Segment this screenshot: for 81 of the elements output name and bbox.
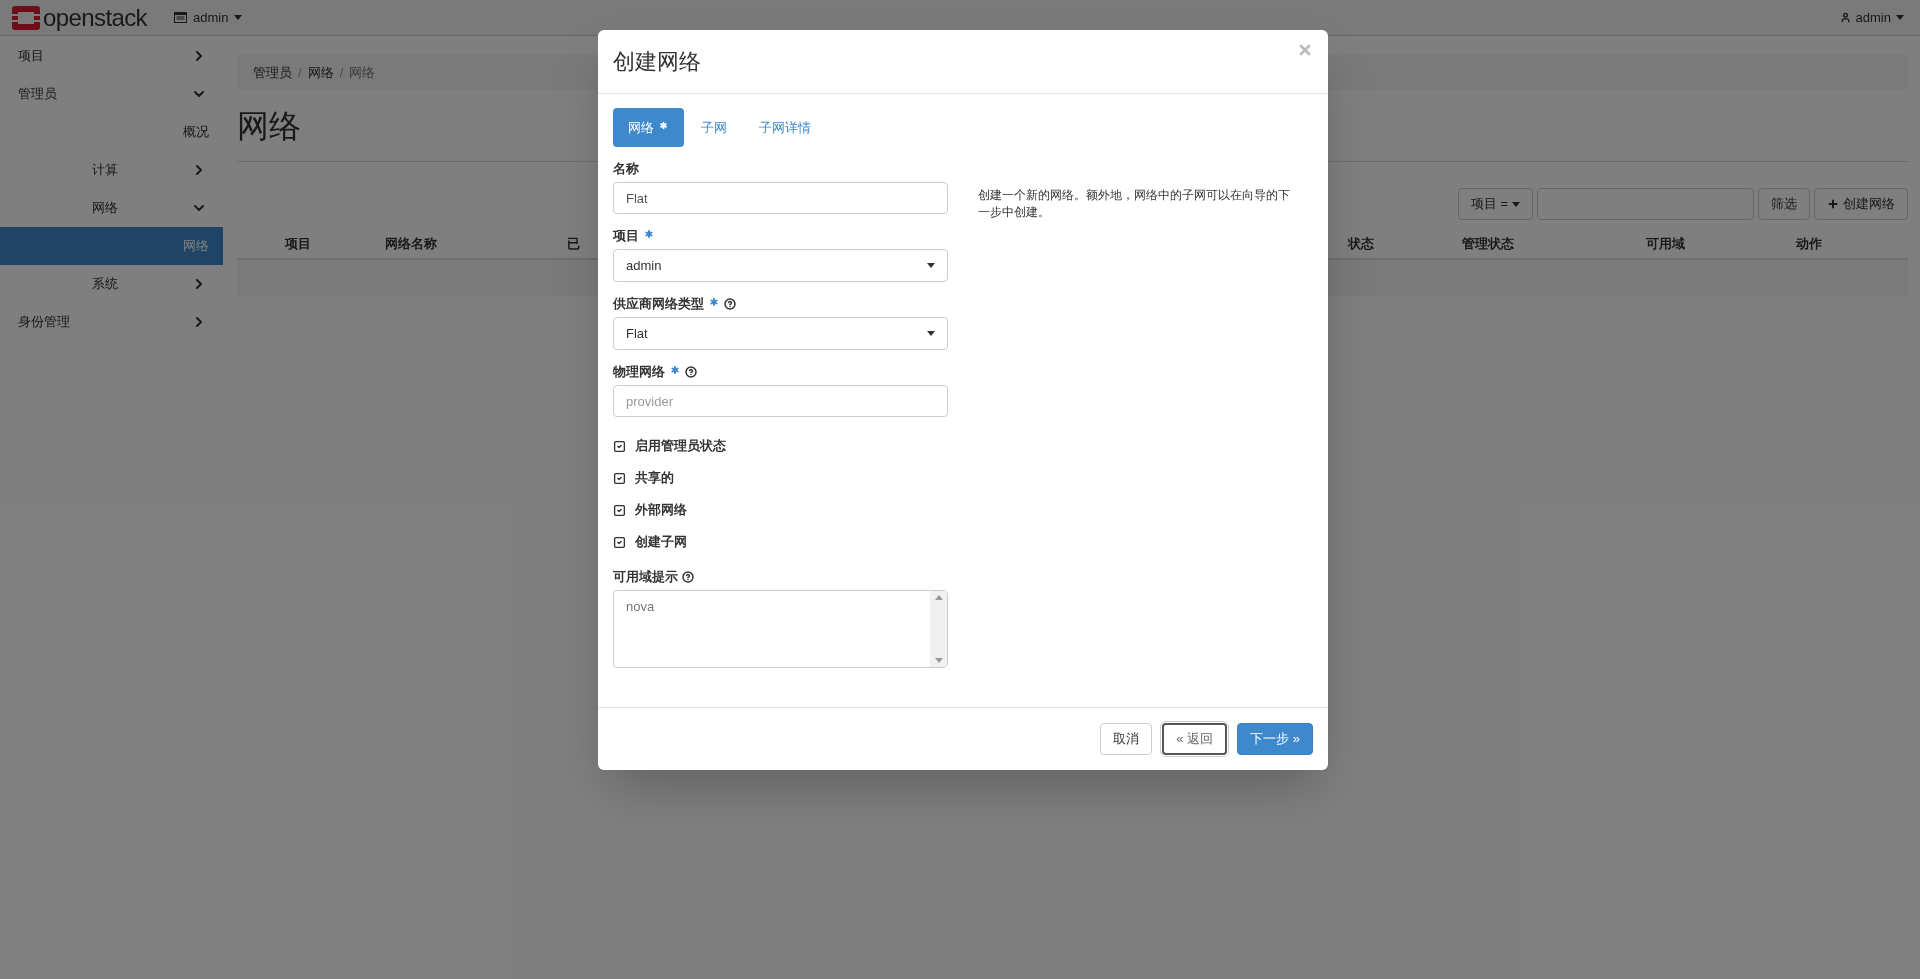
- filter-field[interactable]: [1537, 188, 1754, 220]
- column-header[interactable]: 网络名称: [385, 236, 437, 252]
- cancel-button[interactable]: 取消: [1100, 723, 1153, 755]
- field-label: 物理网络: [613, 363, 665, 382]
- wizard-tab[interactable]: 子网详情: [744, 108, 826, 147]
- checkbox-label: 外部网络: [635, 501, 687, 520]
- sidebar-label: 网络: [92, 199, 118, 218]
- breadcrumb-link[interactable]: 网络: [307, 62, 334, 83]
- wizard-tab[interactable]: 子网: [686, 108, 742, 147]
- sidebar-item[interactable]: 概况: [0, 113, 223, 151]
- user-icon: [1839, 12, 1851, 23]
- sidebar-group[interactable]: 系统: [0, 265, 223, 303]
- sidebar-group[interactable]: 身份管理: [0, 303, 223, 341]
- checkbox-label: 共享的: [635, 469, 674, 488]
- caret-icon: [1512, 201, 1520, 207]
- sidebar-item[interactable]: 网络: [0, 227, 223, 265]
- column-header[interactable]: 动作: [1796, 236, 1822, 252]
- checkbox[interactable]: [613, 439, 626, 453]
- listbox-field[interactable]: nova: [613, 590, 948, 668]
- text-field[interactable]: Flat: [613, 182, 948, 214]
- breadcrumb-link[interactable]: 管理员: [253, 62, 292, 83]
- sidebar-label: 计算: [92, 161, 118, 180]
- help-icon: [685, 366, 697, 378]
- filter-button[interactable]: 筛选: [1758, 188, 1810, 220]
- field-label: 名称: [613, 160, 639, 179]
- sidebar-label: 项目: [18, 47, 44, 66]
- caret-icon: [927, 331, 935, 336]
- select-field[interactable]: Flat: [613, 317, 948, 350]
- field-label: 项目: [613, 227, 639, 246]
- select-field[interactable]: admin: [613, 249, 948, 282]
- logo-icon: [12, 5, 40, 30]
- sidebar-label: 身份管理: [18, 313, 70, 332]
- close-button[interactable]: [1297, 42, 1313, 58]
- checkbox[interactable]: [613, 535, 626, 549]
- logo-text: openstack: [43, 5, 147, 30]
- checkbox[interactable]: [613, 503, 626, 517]
- page-title: 网络: [237, 107, 301, 146]
- required-icon: [708, 296, 720, 308]
- window-icon: [174, 12, 187, 23]
- modal-title: 创建网络: [613, 48, 701, 76]
- create-network-button[interactable]: 创建网络: [1814, 188, 1908, 220]
- caret-icon: [927, 263, 935, 268]
- back-button[interactable]: « 返回: [1162, 723, 1228, 755]
- column-header[interactable]: 状态: [1348, 236, 1374, 252]
- column-header[interactable]: 管理状态: [1462, 236, 1514, 252]
- wizard-tab[interactable]: 网络: [613, 108, 684, 147]
- text-field[interactable]: provider: [613, 385, 948, 417]
- field-label: 供应商网络类型: [613, 295, 704, 314]
- checkbox-label: 创建子网: [635, 533, 687, 552]
- column-header[interactable]: 项目: [285, 236, 311, 252]
- checkbox[interactable]: [613, 471, 626, 485]
- caret-icon: [234, 15, 243, 20]
- sidebar-group[interactable]: 管理员: [0, 75, 223, 113]
- plus-icon: [1827, 198, 1839, 210]
- column-header[interactable]: 已: [567, 236, 580, 252]
- scrollbar[interactable]: [930, 591, 947, 667]
- field-label: 可用域提示: [613, 568, 678, 587]
- help-icon: [724, 298, 736, 310]
- caret-icon: [1896, 15, 1904, 20]
- breadcrumb-separator: /: [297, 63, 303, 82]
- list-option[interactable]: nova: [626, 597, 918, 617]
- sidebar-group[interactable]: 计算: [0, 151, 223, 189]
- required-icon: [669, 364, 681, 376]
- project-dropdown[interactable]: admin: [174, 7, 243, 28]
- help-text: 创建一个新的网络。额外地，网络中的子网可以在向导的下一步中创建。: [978, 187, 1291, 221]
- required-icon: [643, 228, 655, 240]
- sidebar-label: 系统: [92, 275, 118, 294]
- checkbox-label: 启用管理员状态: [635, 437, 726, 456]
- breadcrumb-separator: /: [338, 63, 345, 82]
- sidebar-group[interactable]: 项目: [0, 37, 223, 75]
- help-icon: [682, 571, 694, 583]
- filter-dropdown[interactable]: 项目 =: [1457, 188, 1533, 220]
- column-header[interactable]: 可用域: [1646, 236, 1685, 252]
- user-dropdown[interactable]: admin: [1839, 7, 1904, 28]
- scroll-up-icon[interactable]: [934, 595, 943, 600]
- required-icon: [658, 120, 669, 131]
- breadcrumb-link[interactable]: 网络: [349, 62, 376, 83]
- sidebar-label: 管理员: [18, 85, 57, 104]
- next-button[interactable]: 下一步 »: [1237, 723, 1313, 755]
- scroll-down-icon[interactable]: [934, 658, 943, 663]
- sidebar-group[interactable]: 网络: [0, 189, 223, 227]
